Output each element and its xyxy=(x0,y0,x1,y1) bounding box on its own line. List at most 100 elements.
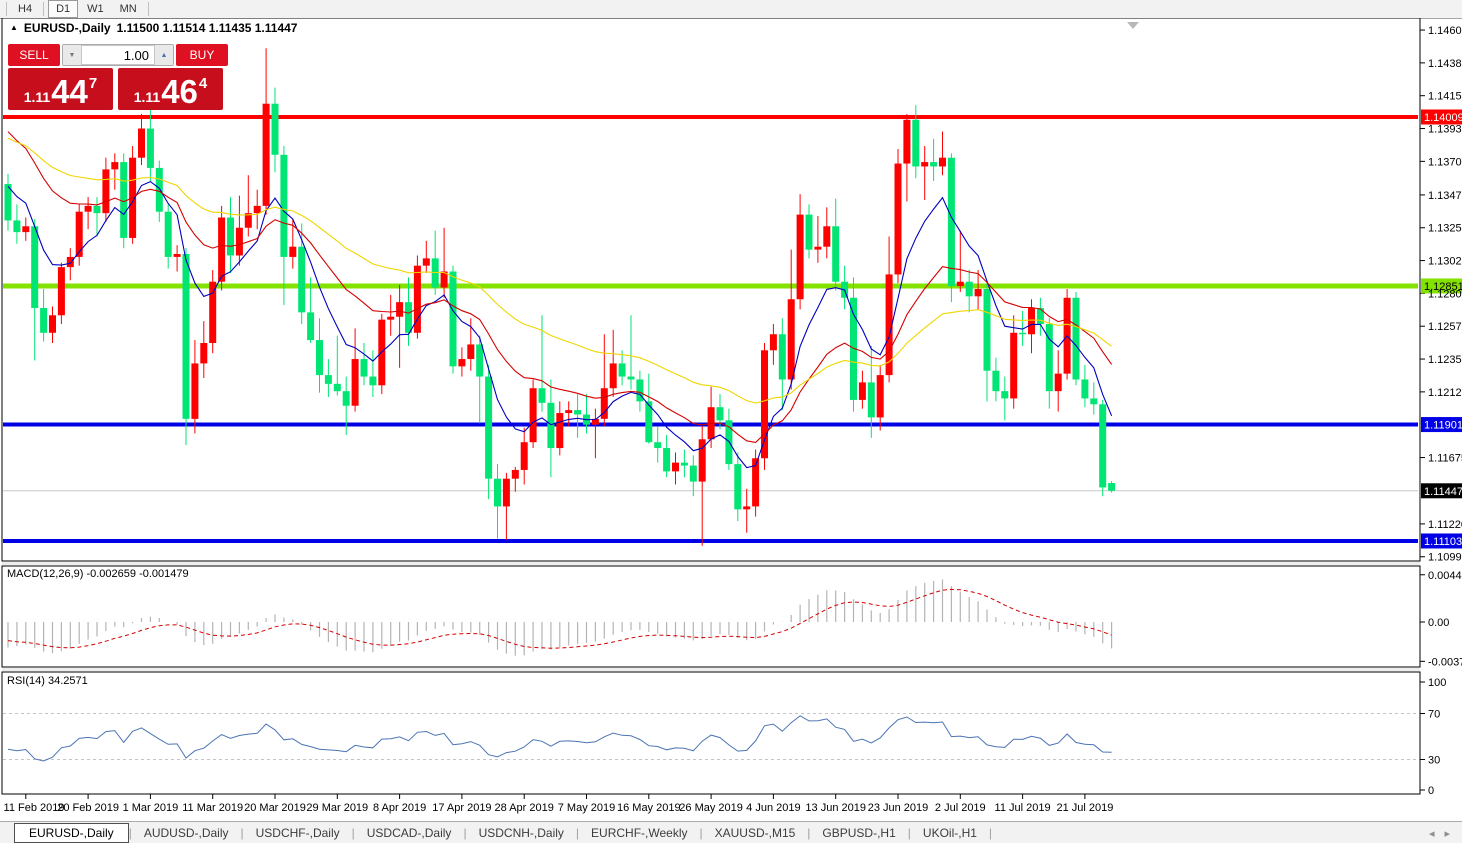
volume-spinner: ▼ 1.00 ▲ xyxy=(62,44,174,66)
tab-eurchf-weekly[interactable]: EURCHF-,Weekly xyxy=(579,824,699,842)
timeframe-h4-button[interactable]: H4 xyxy=(11,1,39,17)
buy-button[interactable]: BUY xyxy=(176,44,228,66)
candle-body xyxy=(574,410,581,414)
panel-splitter[interactable] xyxy=(2,562,1420,565)
price-tick-label: 1.14155 xyxy=(1428,91,1462,103)
candle-body xyxy=(877,375,884,417)
candle-body xyxy=(1090,398,1097,404)
candle-body xyxy=(1010,333,1017,399)
tab-xauusd-m15[interactable]: XAUUSD-,M15 xyxy=(703,824,808,842)
macd-panel-frame[interactable] xyxy=(2,566,1420,667)
date-label: 4 Jun 2019 xyxy=(746,802,800,814)
tab-audusd-daily[interactable]: AUDUSD-,Daily xyxy=(132,824,241,842)
price-badge-label: 1.11103 xyxy=(1424,536,1462,548)
toolbar-separator xyxy=(6,2,7,16)
candle-body xyxy=(85,206,92,212)
macd-tick-label: 0.00 xyxy=(1428,617,1449,629)
date-label: 23 Jun 2019 xyxy=(868,802,929,814)
sell-price-big: 44 xyxy=(51,75,88,108)
candle-body xyxy=(423,258,430,265)
candle-body xyxy=(272,104,279,155)
sell-quote-button[interactable]: 1.11 44 7 xyxy=(8,68,113,110)
candle-body xyxy=(280,155,287,257)
sell-button[interactable]: SELL xyxy=(8,44,60,66)
candle-body xyxy=(895,164,902,275)
candle-body xyxy=(458,359,465,366)
candle-body xyxy=(975,289,982,296)
candle-body xyxy=(102,169,109,213)
candle-body xyxy=(67,257,74,267)
rsi-panel-frame[interactable] xyxy=(2,672,1420,794)
candle-body xyxy=(957,282,964,286)
price-tick-label: 1.14380 xyxy=(1428,58,1462,70)
date-label: 11 Jul 2019 xyxy=(995,802,1051,814)
price-badge-label: 1.11447 xyxy=(1424,486,1462,498)
volume-input[interactable]: 1.00 xyxy=(81,45,155,65)
tab-scroll-left-icon[interactable]: ◂ xyxy=(1429,827,1435,840)
timeframe-mn-button[interactable]: MN xyxy=(113,1,144,17)
timeframe-toolbar: H4 D1W1MN xyxy=(0,0,1462,19)
candle-body xyxy=(58,267,65,315)
toolbar-separator xyxy=(148,2,149,16)
volume-increase-icon[interactable]: ▲ xyxy=(155,45,173,65)
candle-body xyxy=(298,247,305,313)
date-label: 26 May 2019 xyxy=(679,802,743,814)
candle-body xyxy=(770,334,777,350)
candle-body xyxy=(530,388,537,442)
timeframe-d1-button[interactable]: D1 xyxy=(48,0,78,18)
tab-gbpusd-h1[interactable]: GBPUSD-,H1 xyxy=(810,824,907,842)
candle-body xyxy=(209,282,216,343)
price-tick-label: 1.13705 xyxy=(1428,156,1462,168)
candle-body xyxy=(717,407,724,420)
candle-body xyxy=(547,403,554,448)
volume-decrease-icon[interactable]: ▼ xyxy=(63,45,81,65)
date-label: 17 Apr 2019 xyxy=(432,802,491,814)
candle-body xyxy=(227,218,234,256)
date-label: 7 May 2019 xyxy=(558,802,615,814)
candle-body xyxy=(1055,374,1062,392)
price-tick-label: 1.13250 xyxy=(1428,223,1462,235)
candle-body xyxy=(174,254,181,257)
timeframe-w1-button[interactable]: W1 xyxy=(80,1,111,17)
candle-body xyxy=(565,410,572,413)
candle-body xyxy=(94,206,101,213)
candle-body xyxy=(1099,404,1106,487)
candle-body xyxy=(218,218,225,282)
date-label: 13 Jun 2019 xyxy=(805,802,866,814)
candle-body xyxy=(236,228,243,256)
rsi-tick-label: 70 xyxy=(1428,709,1440,721)
price-tick-label: 1.13475 xyxy=(1428,190,1462,202)
candle-body xyxy=(743,506,750,509)
buy-quote-button[interactable]: 1.11 46 4 xyxy=(118,68,223,110)
price-tick-label: 1.13025 xyxy=(1428,256,1462,268)
candle-body xyxy=(921,162,928,166)
date-label: 11 Feb 2019 xyxy=(4,802,65,814)
candle-body xyxy=(832,226,839,281)
candle-body xyxy=(111,162,118,169)
date-label: 16 May 2019 xyxy=(617,802,681,814)
tab-usdcad-daily[interactable]: USDCAD-,Daily xyxy=(355,824,464,842)
candle-body xyxy=(779,334,786,379)
price-axis[interactable] xyxy=(1420,30,1462,790)
date-label: 29 Mar 2019 xyxy=(306,802,368,814)
candle-body xyxy=(450,272,457,367)
price-tick-label: 1.13930 xyxy=(1428,124,1462,136)
tab-eurusd-daily[interactable]: EURUSD-,Daily xyxy=(14,823,129,843)
candle-body xyxy=(992,371,999,391)
candle-body xyxy=(1081,379,1088,398)
collapse-one-click-icon[interactable]: ▲ xyxy=(10,23,18,32)
candle-body xyxy=(31,226,38,308)
tab-ukoil-h1[interactable]: UKOil-,H1 xyxy=(911,824,989,842)
date-axis[interactable] xyxy=(26,794,1085,799)
tab-usdchf-daily[interactable]: USDCHF-,Daily xyxy=(244,824,352,842)
candle-body xyxy=(797,215,804,300)
candle-body xyxy=(984,289,991,371)
candle-body xyxy=(40,308,47,333)
tab-usdcnh-daily[interactable]: USDCNH-,Daily xyxy=(467,824,576,842)
chart-area[interactable]: 1.146051.143801.141551.139301.137051.134… xyxy=(0,18,1462,822)
candle-body xyxy=(334,384,341,391)
panel-splitter[interactable] xyxy=(2,668,1420,671)
candle-body xyxy=(147,129,154,168)
candle-body xyxy=(930,162,937,166)
tab-scroll-right-icon[interactable]: ▸ xyxy=(1444,827,1450,840)
